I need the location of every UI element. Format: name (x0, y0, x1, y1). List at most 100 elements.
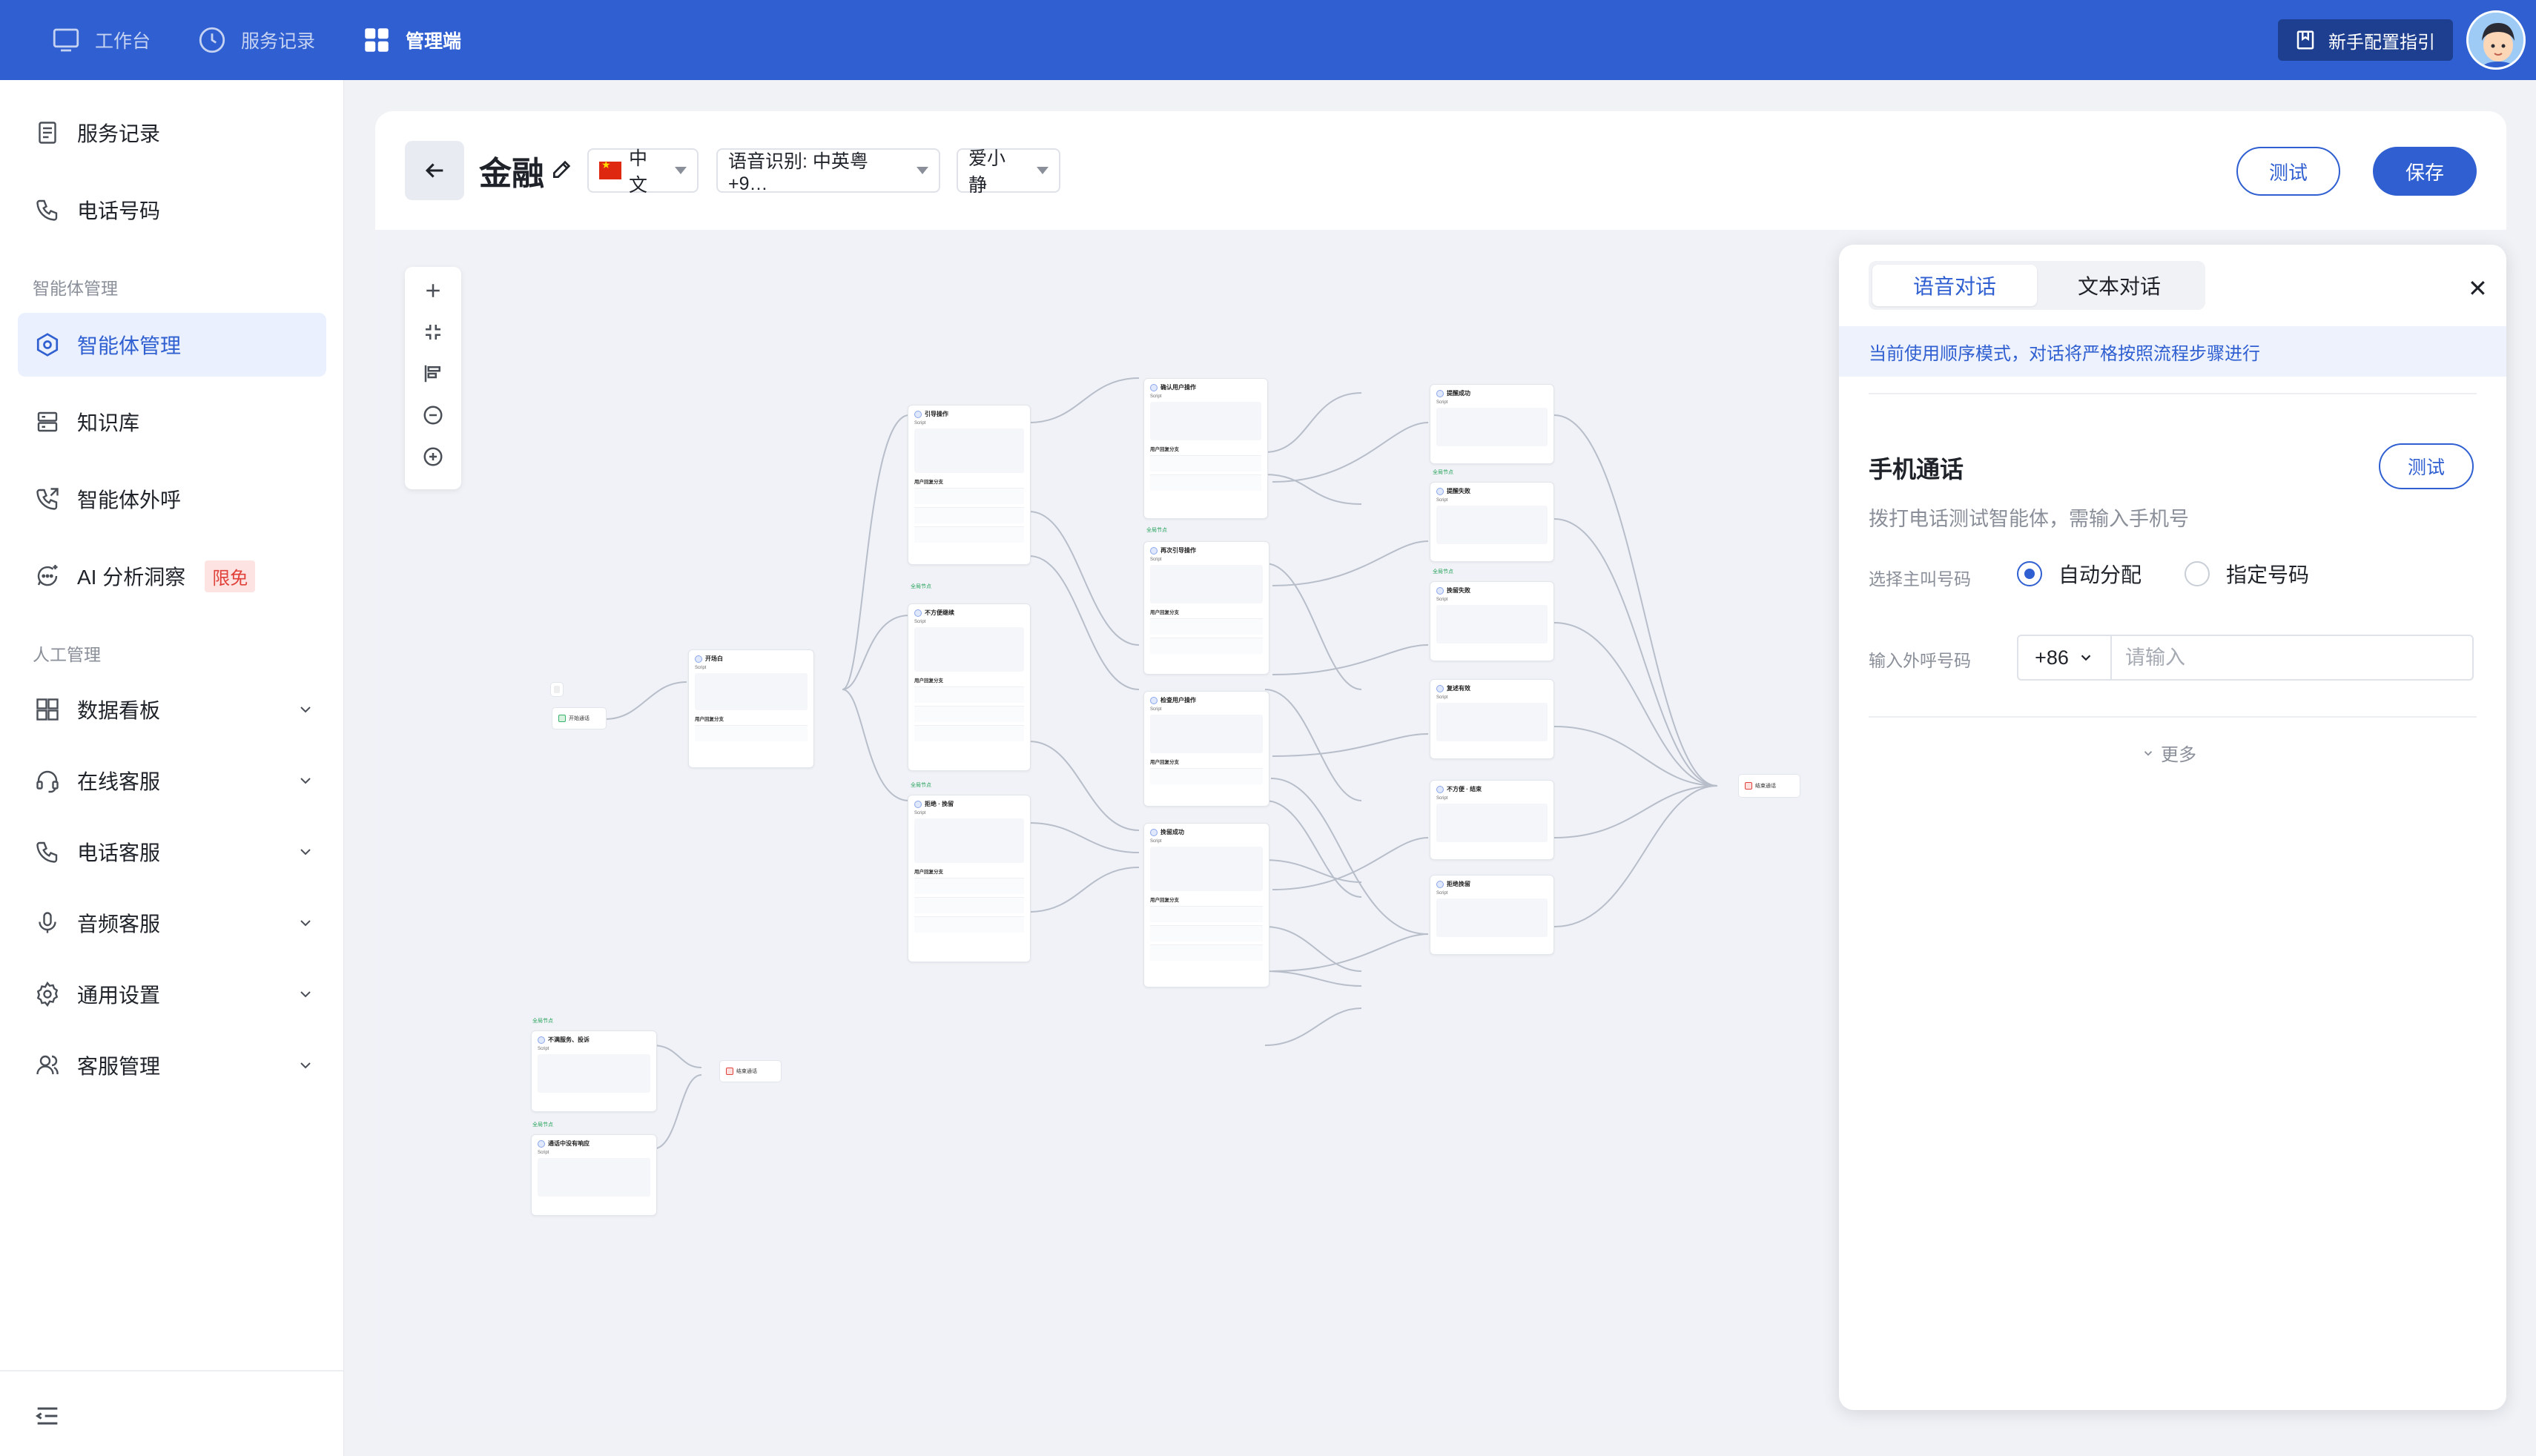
sidebar-item-label: 知识库 (77, 411, 140, 434)
more-toggle[interactable]: 更多 (2142, 740, 2196, 766)
tab-voice-chat[interactable]: 语音对话 (1872, 265, 2037, 306)
sidebar-item-knowledge-base[interactable]: 知识库 (18, 390, 326, 454)
language-select[interactable]: 中文 (587, 148, 699, 196)
flow-node-remind-fail[interactable]: 提醒失败 Script (1430, 482, 1554, 562)
flow-node-check-operation[interactable]: 检查用户操作 Script 用户回复分支 (1143, 691, 1269, 807)
node-title: 确认用户操作 (1160, 384, 1196, 391)
node-branch (1150, 618, 1263, 635)
node-icon (1436, 389, 1444, 397)
node-script-label: Script (914, 421, 926, 426)
arrow-left-icon (425, 163, 443, 178)
radio-specify-number[interactable]: 指定号码 (2185, 559, 2309, 589)
sidebar-item-ai-insights[interactable]: AI 分析洞察 限免 (18, 544, 326, 608)
radio-dot-checked (2017, 561, 2042, 586)
sidebar-item-phone-service[interactable]: 电话客服 (18, 820, 326, 884)
flow-node-retain-fail[interactable]: 挽留失败 Script (1430, 581, 1554, 661)
node-header: 引导操作 (908, 406, 1030, 420)
caret-down-icon (1037, 167, 1049, 174)
flow-node-inconvenient-end[interactable]: 不方便 · 结束 Script (1430, 780, 1554, 860)
node-icon (1150, 383, 1158, 391)
hexagon-icon (36, 333, 59, 357)
sidebar-item-agent-management[interactable]: 智能体管理 (18, 313, 326, 377)
sidebar-item-audio-service[interactable]: 音频客服 (18, 891, 326, 955)
node-header: 通话中没有响应 (532, 1135, 656, 1149)
node-icon (538, 1036, 545, 1044)
asr-select[interactable]: 语音识别: 中英粤+9… (716, 148, 940, 194)
flow-node-refuse-retain[interactable]: 拒绝 · 挽留 Script 用户回复分支 (908, 795, 1031, 962)
flow-node-opening[interactable]: 开场白 Script 用户回复分支 (688, 649, 814, 768)
section-label-agent: 智能体管理 (33, 279, 118, 298)
country-code-select[interactable]: +86 (2018, 636, 2112, 679)
node-title: 提醒成功 (1447, 390, 1470, 397)
topnav-service-records[interactable]: 服务记录 (197, 24, 315, 56)
flow-node-retain-success[interactable]: 挽留成功 Script 用户回复分支 (1143, 823, 1269, 987)
sidebar-item-agent-outbound[interactable]: 智能体外呼 (18, 467, 326, 531)
test-button[interactable]: 测试 (2236, 147, 2340, 196)
flow-node-refuse-retention[interactable]: 拒绝挽留 Script (1430, 875, 1554, 955)
node-script-body (1436, 703, 1548, 741)
topnav-workbench[interactable]: 工作台 (50, 24, 151, 56)
close-icon[interactable]: ✕ (2468, 274, 2488, 302)
avatar[interactable] (2466, 10, 2526, 70)
users-icon (36, 1055, 59, 1075)
mic-icon (39, 912, 56, 933)
node-script-body (1150, 847, 1263, 891)
node-branch-label: 用户回复分支 (914, 870, 943, 875)
panel-tabs: 语音对话 文本对话 (1869, 261, 2205, 310)
node-branch (914, 916, 1024, 933)
flow-node-guide-again[interactable]: 再次引导操作 Script 用户回复分支 (1143, 541, 1269, 675)
flow-node-repeat-valid[interactable]: 复述有效 Script (1430, 679, 1554, 759)
chevron-down-icon (300, 778, 311, 784)
sidebar-item-agent-staff[interactable]: 客服管理 (18, 1033, 326, 1097)
flow-node-inconvenient[interactable]: 不方便继续 Script 用户回复分支 (908, 603, 1031, 771)
sidebar-item-service-records[interactable]: 服务记录 (18, 101, 326, 165)
node-title: 再次引导操作 (1160, 547, 1196, 554)
end-call-node[interactable]: 结束通话 (1738, 774, 1800, 798)
flow-node-remind-success[interactable]: 提醒成功 Script (1430, 384, 1554, 464)
top-nav: 工作台 服务记录 管理端 (50, 24, 507, 56)
node-script-body (1436, 408, 1548, 446)
headset-icon (36, 770, 59, 793)
node-script-label: Script (1436, 695, 1448, 700)
topnav-admin[interactable]: 管理端 (361, 24, 461, 56)
callee-label: 输入外呼号码 (1869, 651, 1971, 670)
collapse-sidebar-icon[interactable] (33, 1401, 62, 1431)
sidebar-item-general-settings[interactable]: 通用设置 (18, 962, 326, 1026)
save-button[interactable]: 保存 (2373, 147, 2477, 196)
sidebar-item-label: 数据看板 (77, 699, 161, 722)
flow-node-complaint[interactable]: 不满服务、投诉 Script (531, 1030, 657, 1112)
node-script-label: Script (1436, 400, 1448, 405)
node-icon (1436, 586, 1444, 595)
country-code-value: +86 (2035, 646, 2069, 669)
node-branch-label: 用户回复分支 (695, 717, 724, 722)
node-branch (914, 507, 1024, 523)
node-script-body (1436, 506, 1548, 544)
mode-notice: 当前使用顺序模式，对话将严格按照流程步骤进行 (1839, 326, 2506, 377)
flow-node-no-response[interactable]: 通话中没有响应 Script (531, 1134, 657, 1216)
voice-select[interactable]: 爱小静 (957, 148, 1060, 196)
divider (1869, 716, 2477, 718)
more-label: 更多 (2161, 745, 2196, 765)
flow-node-confirm-operation[interactable]: 确认用户操作 Script 用户回复分支 (1143, 378, 1268, 519)
node-script-label: Script (1150, 557, 1162, 562)
sidebar-item-phone-numbers[interactable]: 电话号码 (18, 178, 326, 242)
setup-guide-button[interactable]: 新手配置指引 (2278, 19, 2453, 61)
sidebar-item-label: 服务记录 (77, 122, 161, 145)
back-button[interactable] (405, 141, 464, 200)
chevron-down-icon (2081, 655, 2091, 661)
phone-test-button[interactable]: 测试 (2379, 443, 2474, 489)
end-call-node-global[interactable]: 结束通话 (719, 1060, 782, 1082)
asr-value: 语音识别: 中英粤+9… (728, 150, 868, 194)
node-branch (1150, 455, 1261, 471)
start-marker (550, 682, 564, 697)
pencil-icon[interactable] (550, 157, 574, 181)
tab-text-chat[interactable]: 文本对话 (2037, 265, 2202, 306)
phone-number-input[interactable] (2112, 636, 2472, 679)
sidebar-item-online-service[interactable]: 在线客服 (18, 749, 326, 813)
node-branch (1150, 944, 1263, 961)
sidebar-item-dashboard[interactable]: 数据看板 (18, 678, 326, 741)
flow-node-guide[interactable]: 引导操作 Script 用户回复分支 (908, 405, 1031, 565)
node-script-body (538, 1158, 650, 1197)
radio-auto-assign[interactable]: 自动分配 (2017, 559, 2142, 589)
start-call-node[interactable]: 开始通话 (552, 707, 607, 729)
